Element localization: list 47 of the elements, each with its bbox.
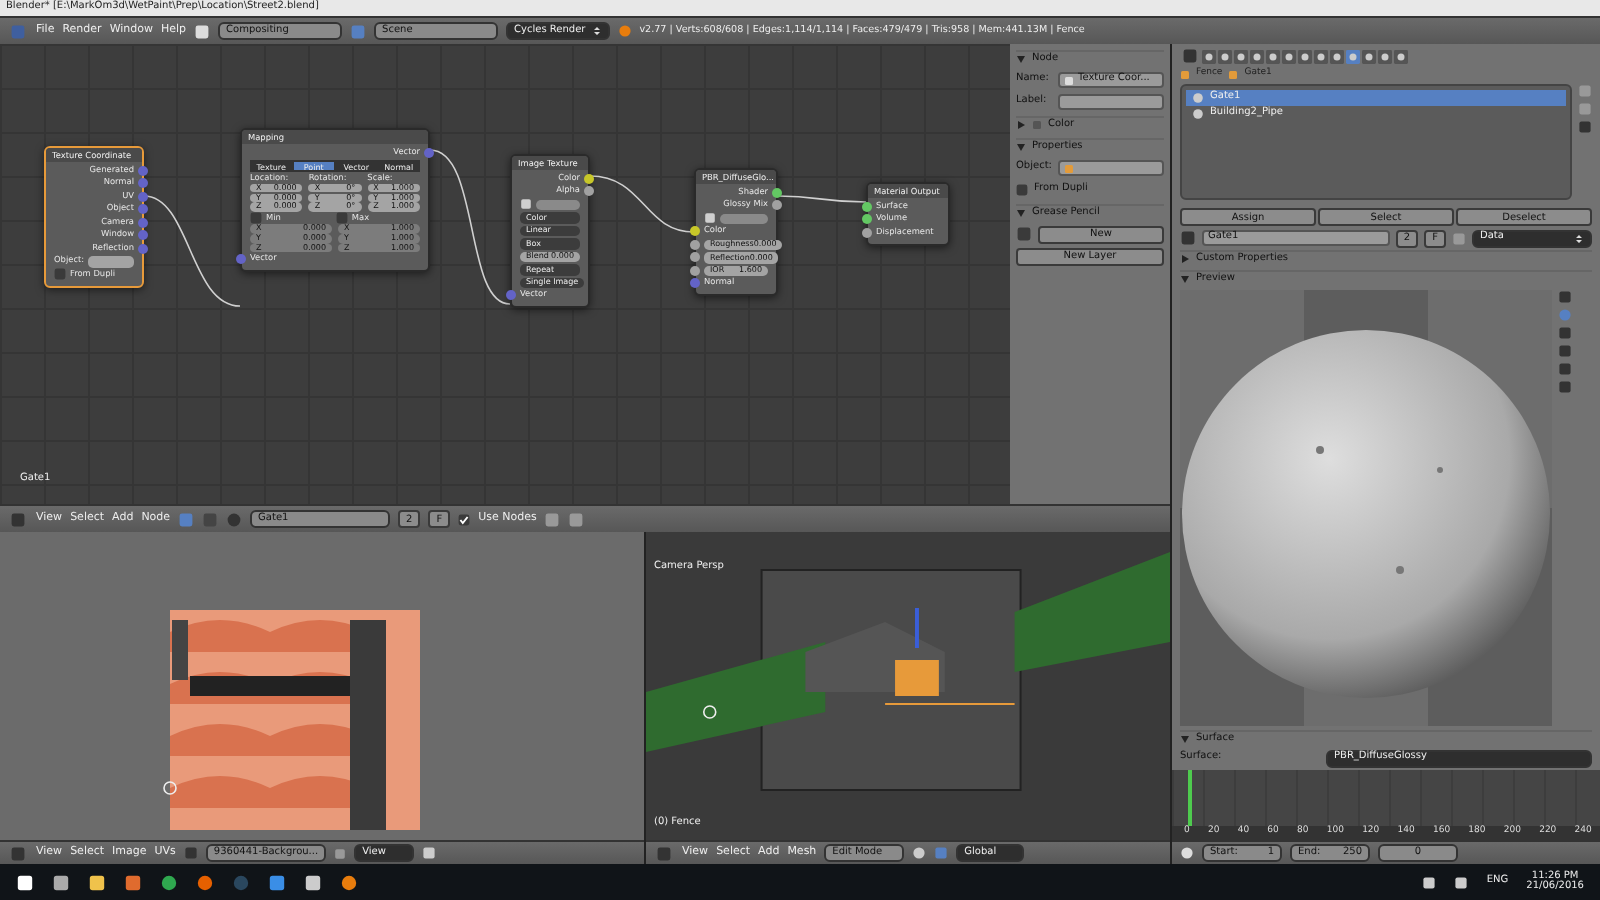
socket-icon[interactable] xyxy=(772,187,782,198)
label-field[interactable] xyxy=(1058,94,1164,110)
context-tab-icon[interactable] xyxy=(1346,49,1360,63)
context-tab-icon[interactable] xyxy=(1282,49,1296,63)
object-field[interactable] xyxy=(1058,160,1164,176)
socket-icon[interactable] xyxy=(690,226,700,237)
context-tab-icon[interactable] xyxy=(1330,49,1344,63)
checkbox[interactable] xyxy=(335,212,348,225)
image-field[interactable] xyxy=(720,213,768,224)
socket-icon[interactable] xyxy=(690,239,700,250)
disclosure-triangle-icon[interactable] xyxy=(1016,208,1026,218)
socket-icon[interactable] xyxy=(584,186,594,197)
socket-icon[interactable] xyxy=(690,252,700,263)
context-tab-icon[interactable] xyxy=(1218,49,1232,63)
disclosure-triangle-icon[interactable] xyxy=(1180,734,1190,744)
context-tab-icon[interactable] xyxy=(1362,49,1376,63)
context-tab-icon[interactable] xyxy=(1394,49,1408,63)
disclosure-triangle-icon[interactable] xyxy=(1016,120,1026,130)
context-tab-icon[interactable] xyxy=(1250,49,1264,63)
image-field[interactable] xyxy=(536,199,580,210)
object-field[interactable] xyxy=(88,256,134,267)
socket-icon[interactable] xyxy=(862,227,872,238)
updown-icon xyxy=(591,26,602,36)
node-wire xyxy=(777,195,867,203)
checkbox[interactable] xyxy=(458,513,471,525)
disclosure-triangle-icon[interactable] xyxy=(1180,274,1190,284)
socket-icon[interactable] xyxy=(584,173,594,184)
socket-icon[interactable] xyxy=(690,265,700,276)
socket-icon[interactable] xyxy=(772,200,782,211)
context-tab-icon[interactable] xyxy=(1234,49,1248,63)
disclosure-triangle-icon[interactable] xyxy=(1016,142,1026,152)
node-wire xyxy=(143,195,241,307)
updown-icon xyxy=(1574,233,1584,243)
context-tab-icon[interactable] xyxy=(1202,49,1216,63)
node-wire xyxy=(589,175,695,233)
disclosure-triangle-icon[interactable] xyxy=(1016,54,1026,64)
checkbox[interactable] xyxy=(1016,184,1028,196)
context-tab-icon[interactable] xyxy=(1266,49,1280,63)
socket-icon[interactable] xyxy=(862,214,872,225)
context-tab-icon[interactable] xyxy=(1378,49,1392,63)
checkbox[interactable] xyxy=(54,268,66,281)
socket-icon[interactable] xyxy=(862,201,872,212)
logo-icon xyxy=(617,24,632,38)
context-tab-icon[interactable] xyxy=(1314,49,1328,63)
checkbox[interactable] xyxy=(250,212,262,225)
context-tab-icon[interactable] xyxy=(1298,49,1312,63)
disclosure-triangle-icon[interactable] xyxy=(1180,254,1190,264)
